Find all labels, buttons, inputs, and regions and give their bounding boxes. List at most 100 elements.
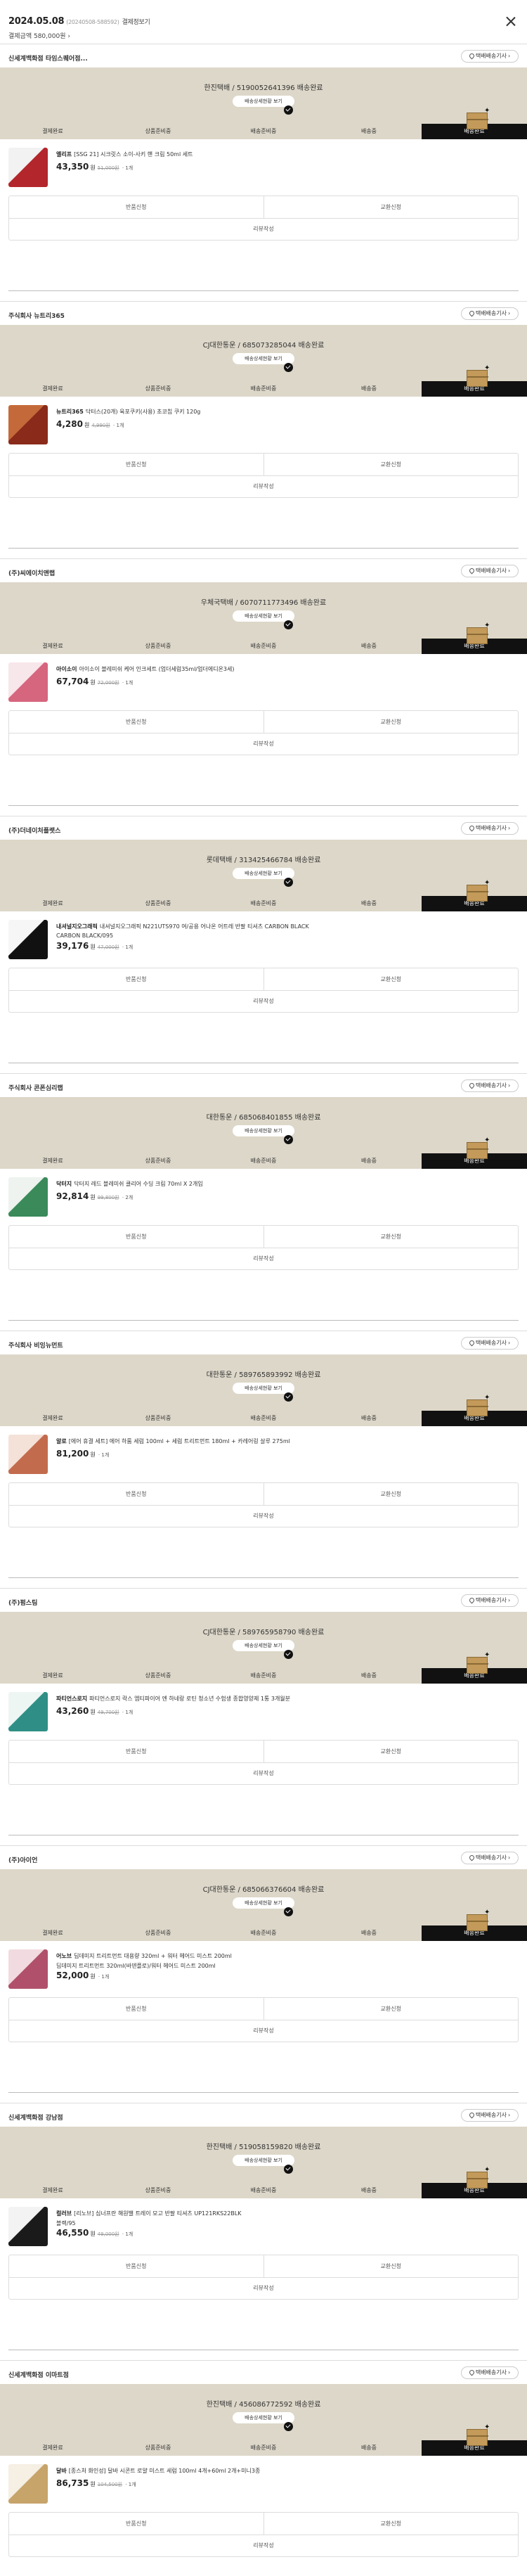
write-review-button[interactable]: 리뷰작성 (9, 2278, 518, 2299)
exchange-button[interactable]: 교환신청 (263, 196, 519, 218)
track-delivery-button[interactable]: 배송상세현황 보기 (233, 2412, 294, 2423)
return-button[interactable]: 반품신청 (9, 968, 264, 990)
delivery-info: 대한통운 / 685068401855 배송완료 (206, 1114, 321, 1122)
track-delivery-button[interactable]: 배송상세현황 보기 (233, 1383, 294, 1394)
return-button[interactable]: 반품신청 (9, 1226, 264, 1248)
product-thumbnail[interactable] (8, 1177, 48, 1217)
product-item[interactable]: 뉴트리365 닥터스(20개) 육포쿠키(사용) 초코칩 쿠키 120g 4,28… (0, 405, 527, 450)
exchange-button[interactable]: 교환신청 (263, 968, 519, 990)
track-delivery-button[interactable]: 배송상세현황 보기 (233, 96, 294, 107)
track-delivery-button[interactable]: 배송상세현황 보기 (233, 868, 294, 879)
delivery-step: 배송준비중 (250, 385, 277, 392)
return-button[interactable]: 반품신청 (9, 711, 264, 733)
exchange-button[interactable]: 교환신청 (263, 711, 519, 733)
order-number: (20240508-588592) (66, 19, 119, 25)
order-total[interactable]: 결제금액 580,000원 › (8, 31, 70, 40)
payment-info-link[interactable]: 결제정보기 (122, 19, 150, 26)
product-thumbnail[interactable] (8, 1949, 48, 1989)
order-date-line: 2024.05.08 (20240508-588592) 결제정보기 (8, 16, 150, 27)
product-thumbnail[interactable] (8, 2207, 48, 2246)
quantity: · 1개 (96, 1974, 110, 1980)
seller-section: 주식회사 뉴트리365 택배배송기사 › CJ대한통운 / 68507328504… (0, 301, 527, 558)
return-button[interactable]: 반품신청 (9, 2513, 264, 2535)
product-price: 46,550 원 49,000원 · 1개 (56, 2228, 134, 2238)
write-review-button[interactable]: 리뷰작성 (9, 219, 518, 240)
seller-contact-button[interactable]: 택배배송기사 › (461, 1079, 519, 1092)
seller-contact-button[interactable]: 택배배송기사 › (461, 50, 519, 63)
seller-contact-button[interactable]: 택배배송기사 › (461, 307, 519, 320)
write-review-button[interactable]: 리뷰작성 (9, 2535, 518, 2556)
return-button[interactable]: 반품신청 (9, 196, 264, 218)
track-delivery-button[interactable]: 배송상세현황 보기 (233, 353, 294, 364)
seller-contact-button[interactable]: 택배배송기사 › (461, 1594, 519, 1607)
delivery-step: 배송준비중 (250, 1415, 277, 1421)
track-delivery-button[interactable]: 배송상세현황 보기 (233, 610, 294, 622)
close-icon[interactable] (503, 14, 519, 30)
return-button[interactable]: 반품신청 (9, 2255, 264, 2277)
product-item[interactable]: 달바 [종스처 화인성] 달바 시콘트 로얄 미스트 세럼 100ml 4개+60… (0, 2464, 527, 2509)
seller-contact-button[interactable]: 택배배송기사 › (461, 1337, 519, 1350)
product-item[interactable]: 컬러브 [리노브] 심너프란 해원밸 트레이 모고 반팔 티셔츠 UP121RKS… (0, 2207, 527, 2252)
delivery-steps: 결제완료 상품준비중 배송준비중 배송중 배송완료 (0, 1925, 527, 1941)
product-item[interactable]: 알로 [에어 휴결 세트] 에어 하룸 세럼 100ml + 세럼 트리트먼트 1… (0, 1435, 527, 1480)
product-thumbnail[interactable] (8, 405, 48, 444)
product-thumbnail[interactable] (8, 1692, 48, 1731)
exchange-button[interactable]: 교환신청 (263, 1226, 519, 1248)
return-button[interactable]: 반품신청 (9, 1483, 264, 1505)
seller-contact-button[interactable]: 택배배송기사 › (461, 822, 519, 835)
location-pin-icon (468, 2111, 476, 2119)
return-button[interactable]: 반품신청 (9, 454, 264, 475)
product-item[interactable]: 닥터지 닥터지 레드 블레미쉬 클리어 수딩 크림 70ml X 2개입 92,8… (0, 1177, 527, 1222)
track-delivery-button[interactable]: 배송상세현황 보기 (233, 1125, 294, 1136)
seller-section: (주)펌스팀 택배배송기사 › CJ대한통운 / 589765958790 배송완… (0, 1588, 527, 1845)
exchange-button[interactable]: 교환신청 (263, 1483, 519, 1505)
product-thumbnail[interactable] (8, 2464, 48, 2504)
delivery-steps: 결제완료 상품준비중 배송준비중 배송중 배송완료 (0, 1411, 527, 1426)
write-review-button[interactable]: 리뷰작성 (9, 476, 518, 497)
product-item[interactable]: 내셔널지오그래픽 내셔널지오그래픽 N221UTS970 여/공용 어나온 어트레… (0, 920, 527, 965)
product-item[interactable]: 아이소이 아이소이 블레미쉬 케어 인크세트 (업더세럼35ml/업더에디온3세)… (0, 662, 527, 707)
seller-contact-button[interactable]: 택배배송기사 › (461, 2366, 519, 2379)
product-thumbnail[interactable] (8, 148, 48, 187)
exchange-button[interactable]: 교환신청 (263, 2513, 519, 2535)
track-delivery-button[interactable]: 배송상세현황 보기 (233, 1897, 294, 1909)
location-pin-icon (468, 824, 476, 832)
exchange-button[interactable]: 교환신청 (263, 1998, 519, 2020)
delivery-info: 한진택배 / 5190052641396 배송완료 (204, 84, 323, 92)
exchange-button[interactable]: 교환신청 (263, 2255, 519, 2277)
track-delivery-button[interactable]: 배송상세현황 보기 (233, 1640, 294, 1651)
write-review-button[interactable]: 리뷰작성 (9, 733, 518, 755)
seller-name: 주식회사 비잉뉴먼트 (8, 1343, 63, 1350)
seller-contact-button[interactable]: 택배배송기사 › (461, 1852, 519, 1864)
write-review-button[interactable]: 리뷰작성 (9, 2020, 518, 2042)
product-item[interactable]: 파티언스로지 파티언스로지 락스 엠티파이어 엔 하네랑 로틴 청소년 수험생 종… (0, 1692, 527, 1737)
seller-header: 주식회사 콘폰심리랩 택배배송기사 › (0, 1073, 527, 1097)
delivery-status-panel: CJ대한통운 / 589765958790 배송완료 배송상세현황 보기 (0, 1612, 527, 1668)
write-review-button[interactable]: 리뷰작성 (9, 1763, 518, 1784)
write-review-button[interactable]: 리뷰작성 (9, 1248, 518, 1269)
section-divider (8, 290, 519, 291)
seller-name: (주)아이언 (8, 1857, 38, 1864)
exchange-button[interactable]: 교환신청 (263, 454, 519, 475)
write-review-button[interactable]: 리뷰작성 (9, 1506, 518, 1527)
return-button[interactable]: 반품신청 (9, 1741, 264, 1762)
product-item[interactable]: 엘리프 [SSG 21] 시크릿스 소이-사키 핸 크림 50ml 세트 43,3… (0, 148, 527, 193)
product-price: 86,735 원 104,500원 · 1개 (56, 2478, 136, 2488)
return-button[interactable]: 반품신청 (9, 1998, 264, 2020)
product-price: 43,350 원 51,000원 · 1개 (56, 162, 134, 172)
track-delivery-button[interactable]: 배송상세현황 보기 (233, 2155, 294, 2166)
product-thumbnail[interactable] (8, 1435, 48, 1474)
order-actions: 반품신청 교환신청 리뷰작성 (8, 196, 519, 241)
delivery-box-icon: ✦ (464, 1136, 491, 1160)
exchange-button[interactable]: 교환신청 (263, 1741, 519, 1762)
product-thumbnail[interactable] (8, 662, 48, 702)
write-review-button[interactable]: 리뷰작성 (9, 991, 518, 1012)
seller-contact-button[interactable]: 택배배송기사 › (461, 2109, 519, 2122)
product-price: 43,260 원 49,700원 · 1개 (56, 1706, 134, 1716)
delivery-step: 상품준비중 (145, 1158, 171, 1164)
product-thumbnail[interactable] (8, 920, 48, 959)
product-item[interactable]: 어노브 딥데미지 트리트먼트 대용량 320ml + 워터 헤어드 미스트 200… (0, 1949, 527, 1994)
delivery-steps: 결제완료 상품준비중 배송준비중 배송중 배송완료 (0, 2440, 527, 2456)
check-icon (284, 1392, 293, 1402)
seller-contact-button[interactable]: 택배배송기사 › (461, 565, 519, 577)
